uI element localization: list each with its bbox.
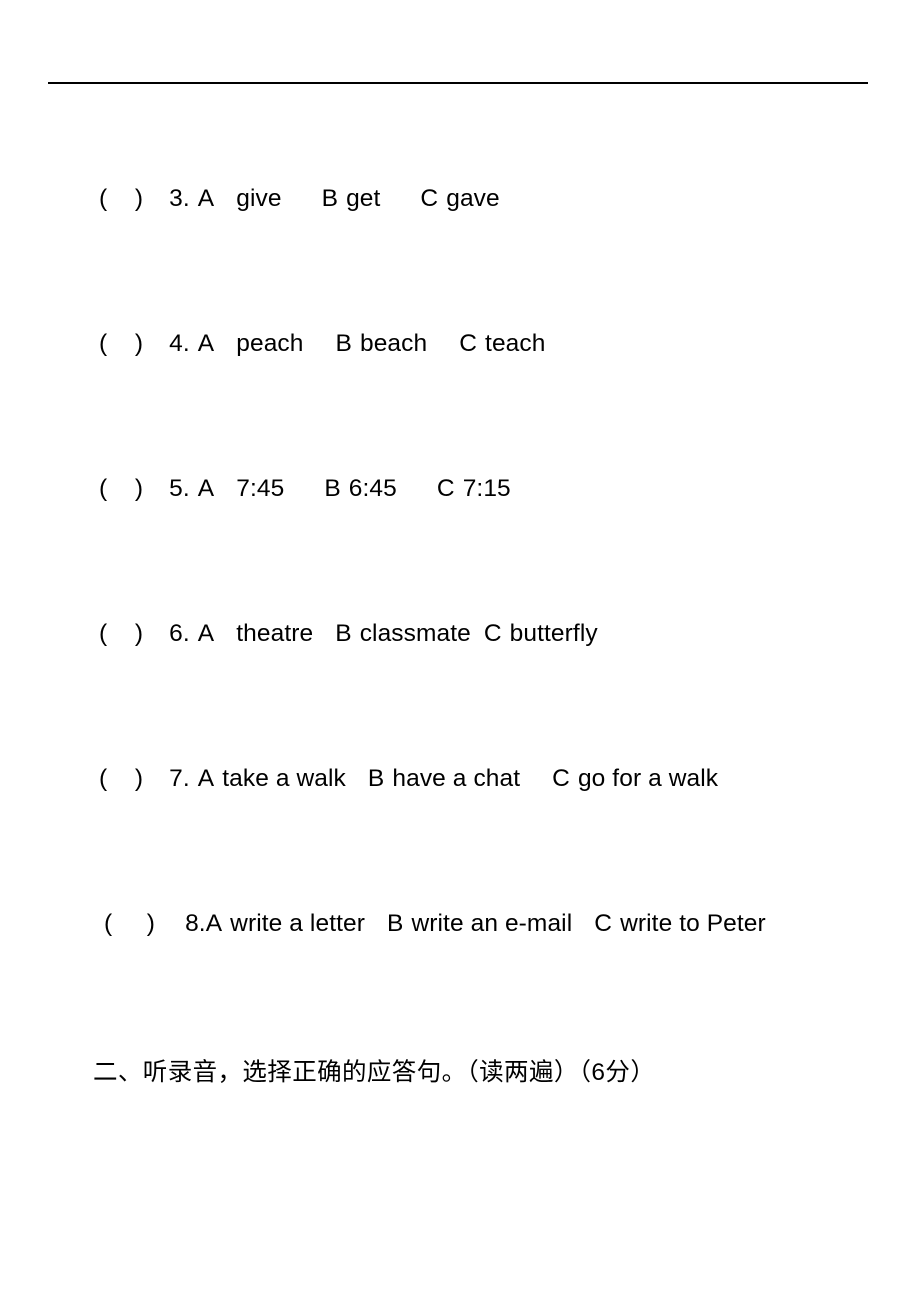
option-letter-7b[interactable]: B [368, 762, 384, 796]
option-text-8c[interactable]: write to Peter [620, 907, 766, 941]
option-text-3a[interactable]: give [236, 182, 281, 216]
question-number-8: 8. [185, 910, 206, 937]
option-letter-8b[interactable]: B [387, 907, 403, 941]
option-text-6a[interactable]: theatre [236, 617, 313, 651]
option-letter-6b[interactable]: B [335, 617, 351, 651]
option-letter-8c[interactable]: C [594, 907, 612, 941]
option-text-4a[interactable]: peach [236, 327, 303, 361]
question-row-5: ( ) 5. A 7:45 B 6:45 C 7:15 [0, 472, 920, 617]
option-text-5b[interactable]: 6:45 [349, 472, 397, 506]
question-number-5: 5. [169, 475, 190, 502]
option-letter-8a[interactable]: A [206, 907, 222, 941]
option-text-6c[interactable]: butterfly [510, 617, 598, 651]
listening-questions-list: ( ) 3. Agive Bget Cgave ( ) 4. Apeach Bbeach Cte… [0, 182, 920, 1052]
option-letter-4a[interactable]: A [198, 327, 214, 361]
option-text-3b[interactable]: get [346, 182, 380, 216]
question-row-4: ( ) 4. Apeach Bbeach Cteach [0, 327, 920, 472]
answer-blank-8[interactable]: ( ) [104, 907, 155, 941]
question-number-7: 7. [169, 765, 190, 792]
option-letter-4c[interactable]: C [459, 327, 477, 361]
option-text-7c[interactable]: go for a walk [578, 762, 718, 796]
question-row-3: ( ) 3. Agive Bget Cgave [0, 182, 920, 327]
question-row-6: ( ) 6. Atheatre Bclassmate Cbutterfly [0, 617, 920, 762]
question-row-8: ( ) 8.A write a letter Bwrite an e-mail Cwri… [0, 907, 920, 1052]
option-letter-6c[interactable]: C [484, 617, 502, 651]
option-letter-7a[interactable]: A [198, 762, 214, 796]
answer-blank-3[interactable]: ( ) [99, 182, 143, 216]
option-letter-7c[interactable]: C [552, 762, 570, 796]
question-number-3: 3. [169, 185, 190, 212]
option-text-7a[interactable]: take a walk [222, 762, 346, 796]
option-letter-6a[interactable]: A [198, 617, 214, 651]
option-letter-3b[interactable]: B [322, 182, 338, 216]
option-text-6b[interactable]: classmate [360, 617, 471, 651]
answer-blank-6[interactable]: ( ) [99, 617, 143, 651]
option-text-5a[interactable]: 7:45 [236, 472, 284, 506]
option-text-8a[interactable]: write a letter [230, 907, 365, 941]
answer-blank-4[interactable]: ( ) [99, 327, 143, 361]
section-heading-two: 二、听录音，选择正确的应答句。（读两遍）（6分） [93, 1059, 656, 1086]
option-letter-5b[interactable]: B [324, 472, 340, 506]
option-letter-5c[interactable]: C [437, 472, 455, 506]
option-letter-5a[interactable]: A [198, 472, 214, 506]
option-text-8b[interactable]: write an e-mail [411, 907, 572, 941]
question-row-7: ( ) 7. Atake a walk Bhave a chat Cgo for a w… [0, 762, 920, 907]
answer-blank-7[interactable]: ( ) [99, 762, 143, 796]
option-text-3c[interactable]: gave [446, 182, 500, 216]
exam-page: ( ) 3. Agive Bget Cgave ( ) 4. Apeach Bbeach Cte… [0, 0, 920, 1302]
option-text-5c[interactable]: 7:15 [463, 472, 511, 506]
option-text-4b[interactable]: beach [360, 327, 427, 361]
answer-blank-5[interactable]: ( ) [99, 472, 143, 506]
option-letter-4b[interactable]: B [336, 327, 352, 361]
question-number-4: 4. [169, 330, 190, 357]
option-letter-3a[interactable]: A [198, 182, 214, 216]
option-text-4c[interactable]: teach [485, 327, 545, 361]
header-divider-rule [48, 82, 868, 84]
option-text-7b[interactable]: have a chat [392, 762, 520, 796]
question-number-6: 6. [169, 620, 190, 647]
option-letter-3c[interactable]: C [420, 182, 438, 216]
